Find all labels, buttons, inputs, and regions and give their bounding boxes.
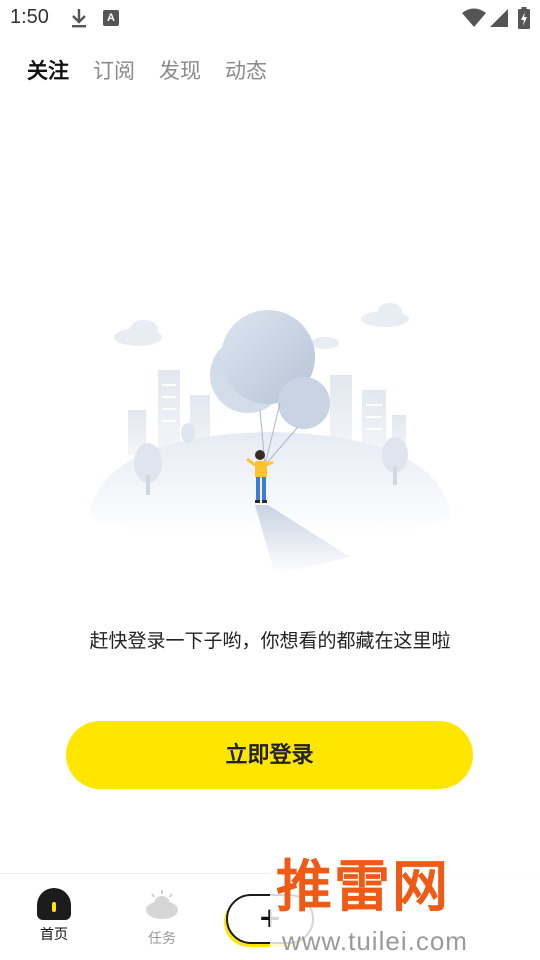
tab-feed[interactable]: 动态 [225,56,267,88]
watermark-logo: 推雷网 [276,855,450,920]
top-tabs: 关注 订阅 发现 动态 [27,56,267,88]
a-notification-icon: A [103,10,119,26]
login-button[interactable]: 立即登录 [66,721,473,789]
home-icon [37,888,71,920]
nav-task[interactable]: 任务 [132,888,192,948]
watermark-url: www.tuilei.com [282,926,468,956]
battery-charging-icon [518,7,530,29]
status-time: 1:50 [10,6,49,28]
nav-home[interactable]: 首页 [24,888,84,944]
cloud-sun-icon [146,890,178,919]
status-bar: 1:50 A [0,0,540,38]
tab-follow[interactable]: 关注 [27,56,69,88]
balloon-boy-illustration [89,303,451,575]
signal-icon [490,9,508,27]
tab-discover[interactable]: 发现 [159,56,201,88]
download-icon [72,9,86,28]
nav-task-label: 任务 [148,931,176,947]
watermark: 推雷网 www.tuilei.com [270,840,540,960]
wifi-icon [462,8,486,27]
tab-subscribe[interactable]: 订阅 [93,56,135,88]
empty-state-message: 赶快登录一下子哟，你想看的都藏在这里啦 [89,630,451,652]
nav-home-label: 首页 [40,927,68,943]
